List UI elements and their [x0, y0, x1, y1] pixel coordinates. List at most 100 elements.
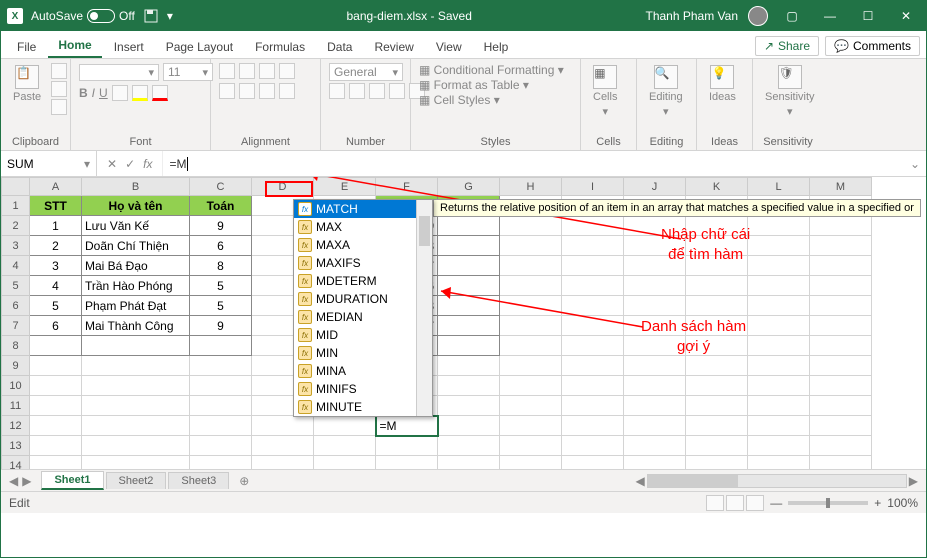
- cell[interactable]: [748, 416, 810, 436]
- cell[interactable]: [624, 436, 686, 456]
- cell[interactable]: [82, 416, 190, 436]
- cell[interactable]: [500, 256, 562, 276]
- cell[interactable]: [438, 396, 500, 416]
- row-header[interactable]: 8: [2, 336, 30, 356]
- editing-button[interactable]: 🔍Editing▾: [645, 63, 687, 120]
- function-suggestion[interactable]: fxMID: [294, 326, 432, 344]
- row-header[interactable]: 5: [2, 276, 30, 296]
- expand-formula-bar-icon[interactable]: ⌄: [904, 157, 926, 171]
- cell[interactable]: [30, 436, 82, 456]
- cell[interactable]: [810, 216, 872, 236]
- tab-view[interactable]: View: [426, 36, 472, 58]
- cell[interactable]: =M: [376, 416, 438, 436]
- cell[interactable]: [82, 436, 190, 456]
- tab-formulas[interactable]: Formulas: [245, 36, 315, 58]
- row-header[interactable]: 13: [2, 436, 30, 456]
- cell[interactable]: 3: [30, 256, 82, 276]
- popup-scrollbar[interactable]: [416, 200, 432, 416]
- align-center-icon[interactable]: [239, 83, 255, 99]
- hscroll-left-icon[interactable]: ◀: [636, 474, 645, 488]
- cell[interactable]: [82, 456, 190, 470]
- cell[interactable]: [562, 376, 624, 396]
- sheet-tab-2[interactable]: Sheet2: [106, 472, 167, 489]
- function-suggestion[interactable]: fxMAXA: [294, 236, 432, 254]
- format-painter-icon[interactable]: [51, 99, 67, 115]
- cell[interactable]: [810, 416, 872, 436]
- cell[interactable]: Doãn Chí Thiện: [82, 236, 190, 256]
- cell[interactable]: [30, 396, 82, 416]
- formula-input[interactable]: =M: [162, 151, 903, 176]
- cell[interactable]: [810, 296, 872, 316]
- row-header[interactable]: 3: [2, 236, 30, 256]
- function-suggestion[interactable]: fxMINIFS: [294, 380, 432, 398]
- cell[interactable]: [562, 396, 624, 416]
- cell[interactable]: [30, 336, 82, 356]
- cell[interactable]: [500, 376, 562, 396]
- cell[interactable]: 9: [190, 216, 252, 236]
- row-header[interactable]: 11: [2, 396, 30, 416]
- cell[interactable]: [82, 356, 190, 376]
- cell[interactable]: [252, 436, 314, 456]
- save-icon[interactable]: [143, 8, 159, 24]
- zoom-slider[interactable]: [788, 501, 868, 505]
- fx-icon[interactable]: fx: [143, 157, 152, 171]
- border-icon[interactable]: [112, 85, 128, 101]
- cell[interactable]: [562, 416, 624, 436]
- cell[interactable]: 6: [30, 316, 82, 336]
- cell[interactable]: [82, 396, 190, 416]
- sheet-tab-3[interactable]: Sheet3: [168, 472, 229, 489]
- cell[interactable]: [190, 416, 252, 436]
- cell[interactable]: [748, 356, 810, 376]
- row-header[interactable]: 7: [2, 316, 30, 336]
- cell[interactable]: [30, 356, 82, 376]
- align-right-icon[interactable]: [259, 83, 275, 99]
- cell[interactable]: [748, 456, 810, 470]
- view-layout-icon[interactable]: [726, 495, 744, 511]
- cell[interactable]: [562, 356, 624, 376]
- cell[interactable]: [624, 416, 686, 436]
- percent-icon[interactable]: [349, 83, 365, 99]
- number-format-dropdown[interactable]: General▾: [329, 63, 403, 81]
- ideas-button[interactable]: 💡Ideas: [705, 63, 740, 105]
- cell[interactable]: [252, 456, 314, 470]
- cancel-formula-icon[interactable]: ✕: [107, 157, 117, 171]
- underline-button[interactable]: U: [99, 86, 108, 100]
- sheet-nav-next-icon[interactable]: ▶: [22, 474, 31, 488]
- italic-button[interactable]: I: [92, 86, 95, 100]
- cell[interactable]: [562, 436, 624, 456]
- cell[interactable]: [686, 276, 748, 296]
- cell[interactable]: 5: [30, 296, 82, 316]
- function-suggestion[interactable]: fxMDURATION: [294, 290, 432, 308]
- cell[interactable]: [624, 456, 686, 470]
- cell[interactable]: [748, 276, 810, 296]
- align-top-icon[interactable]: [219, 63, 235, 79]
- cell[interactable]: [376, 436, 438, 456]
- tab-review[interactable]: Review: [364, 36, 423, 58]
- col-header[interactable]: M: [810, 178, 872, 196]
- cell[interactable]: [748, 316, 810, 336]
- cell-styles-button[interactable]: ▦ Cell Styles ▾: [419, 93, 500, 107]
- cell[interactable]: [624, 376, 686, 396]
- cell[interactable]: [500, 456, 562, 470]
- cell[interactable]: Mai Thành Công: [82, 316, 190, 336]
- cell[interactable]: [748, 376, 810, 396]
- row-header[interactable]: 14: [2, 456, 30, 470]
- function-suggestion[interactable]: fxMINA: [294, 362, 432, 380]
- row-header[interactable]: 4: [2, 256, 30, 276]
- copy-icon[interactable]: [51, 81, 67, 97]
- cell[interactable]: [500, 436, 562, 456]
- function-suggestion[interactable]: fxMATCH: [294, 200, 432, 218]
- cell[interactable]: [748, 396, 810, 416]
- font-size-dropdown[interactable]: 11▾: [163, 63, 213, 81]
- spreadsheet-grid[interactable]: ABCDEFGHIJKLM1STTHọ và tênToániểm TBHọc …: [1, 177, 926, 469]
- cell[interactable]: [438, 436, 500, 456]
- cell[interactable]: [500, 416, 562, 436]
- cell[interactable]: [190, 376, 252, 396]
- function-suggestion[interactable]: fxMINUTE: [294, 398, 432, 416]
- function-suggestion[interactable]: fxMIN: [294, 344, 432, 362]
- cell[interactable]: 9: [190, 316, 252, 336]
- share-button[interactable]: ↗ Share: [755, 36, 819, 56]
- row-header[interactable]: 9: [2, 356, 30, 376]
- name-box[interactable]: SUM▾: [1, 151, 97, 176]
- cell[interactable]: [624, 396, 686, 416]
